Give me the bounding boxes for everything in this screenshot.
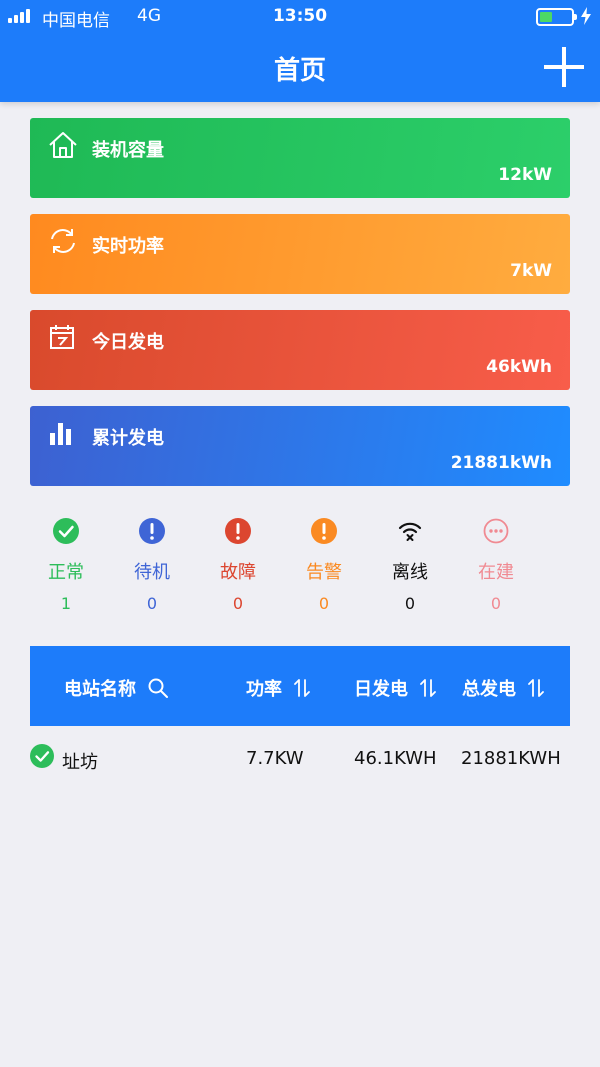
check-circle-icon [53,518,79,544]
status-count: 1 [60,594,72,613]
header-label: 总发电 [462,679,516,700]
search-icon[interactable] [148,678,169,698]
status-label: 待机 [134,562,170,583]
header-label: 电站名称 [64,679,136,700]
page-title: 首页 [273,56,326,86]
status-bar: 中国电信 4G 13:50 [0,0,600,34]
status-count: 0 [232,594,244,613]
header-total-sort[interactable]: 总发电 [462,675,545,701]
status-label: 告警 [306,562,342,583]
exclamation-circle-icon [225,518,251,544]
header-label: 日发电 [354,679,408,700]
header-station-name[interactable]: 电站名称 [64,675,169,701]
status-filter-offline[interactable]: 离线 0 [375,518,445,613]
card-installed-capacity[interactable]: 装机容量 12kW [30,118,570,198]
status-label: 正常 [48,562,84,583]
add-button[interactable] [544,47,584,87]
exclamation-circle-icon [311,518,337,544]
card-realtime-power[interactable]: 实时功率 7kW [30,214,570,294]
sort-icon [420,679,437,697]
refresh-icon [51,229,75,253]
cell-power: 7.7KW [246,748,304,769]
wifi-off-icon [398,522,422,541]
header-power-sort[interactable]: 功率 [246,675,311,701]
status-count: 0 [318,594,330,613]
check-circle-icon [30,744,54,768]
status-filter-under-construction[interactable]: 在建 0 [461,518,531,613]
cell-total: 21881KWH [461,748,561,769]
sort-icon [528,679,545,697]
header-label: 功率 [246,679,282,700]
status-filter-normal[interactable]: 正常 1 [31,518,101,613]
card-total-generation[interactable]: 累计发电 21881kWh [30,406,570,486]
status-count: 0 [490,594,502,613]
card-today-generation[interactable]: 今日发电 46kWh [30,310,570,390]
status-label: 离线 [392,562,428,583]
ellipsis-circle-icon [483,518,509,544]
status-filter-fault[interactable]: 故障 0 [203,518,273,613]
exclamation-circle-icon [139,518,165,544]
cell-daily: 46.1KWH [354,748,437,769]
header-daily-sort[interactable]: 日发电 [354,675,437,701]
station-table-header: 电站名称 功率 日发电 总发电 [30,646,570,726]
card-label: 实时功率 [92,236,164,257]
status-time: 13:50 [272,6,328,26]
calendar-icon [50,325,74,349]
status-filter-standby[interactable]: 待机 0 [117,518,187,613]
card-label: 累计发电 [92,428,164,449]
charging-icon [581,7,591,25]
card-value: 21881kWh [450,453,552,473]
sort-icon [294,679,311,697]
status-label: 故障 [220,562,256,583]
battery-icon [536,8,577,26]
status-count: 0 [146,594,158,613]
cell-station-name: 址坊 [62,752,98,773]
status-label: 在建 [478,562,514,583]
card-value: 46kWh [486,357,552,377]
card-label: 今日发电 [92,332,164,353]
app-header: 中国电信 4G 13:50 首页 [0,0,600,102]
bar-chart-icon [50,423,71,445]
card-value: 7kW [510,261,552,281]
status-count: 0 [404,594,416,613]
table-row[interactable]: 址坊 7.7KW 46.1KWH 21881KWH [30,740,570,776]
status-filter-alarm[interactable]: 告警 0 [289,518,359,613]
house-icon [49,132,77,158]
card-value: 12kW [498,165,552,185]
card-label: 装机容量 [92,140,164,161]
